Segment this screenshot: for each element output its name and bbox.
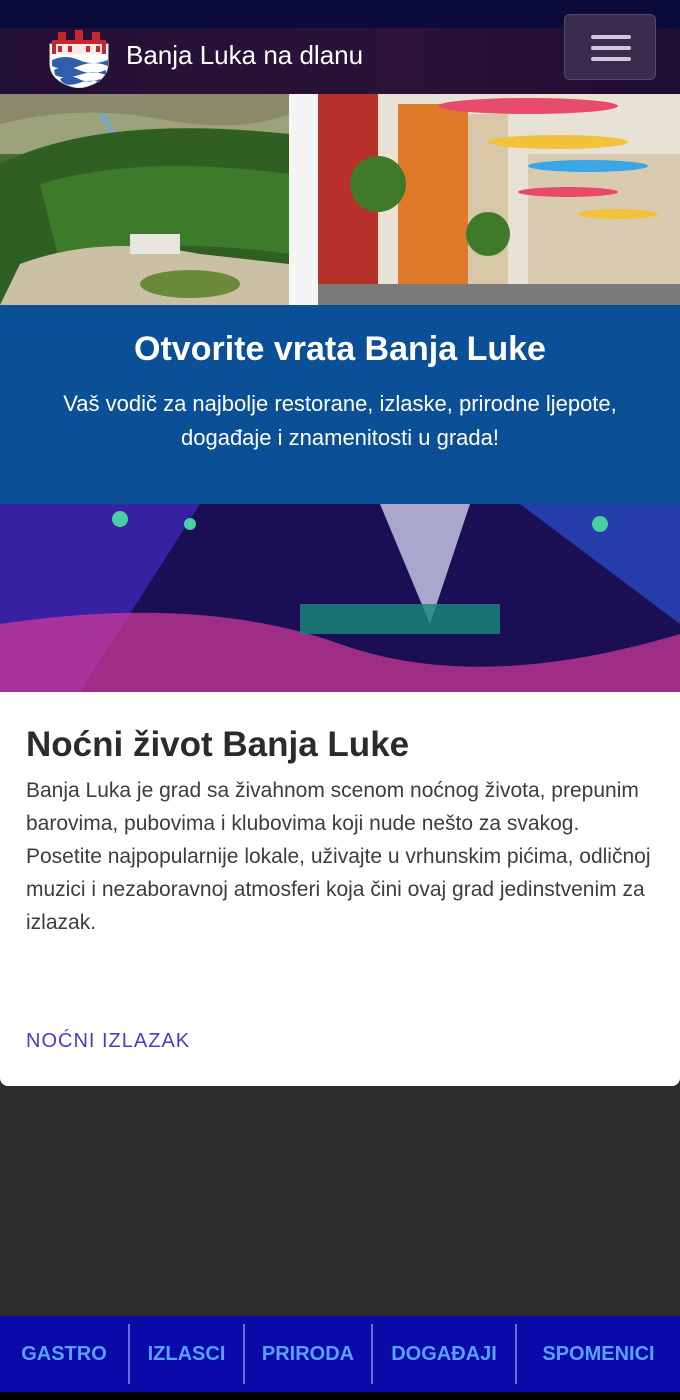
bottom-nav-divider bbox=[243, 1324, 245, 1384]
nightlife-image bbox=[0, 504, 680, 692]
hero-subtitle: Vaš vodič za najbolje restorane, izlaske… bbox=[63, 391, 617, 450]
hero-title: Otvorite vrata Banja Luke bbox=[134, 330, 546, 368]
navbar: Banja Luka na dlanu bbox=[0, 14, 680, 94]
bottom-nav-priroda[interactable]: PRIRODA bbox=[245, 1324, 371, 1384]
bottom-nav-divider bbox=[371, 1324, 373, 1384]
nightlife-card: Noćni život Banja Luke Banja Luka je gra… bbox=[0, 692, 680, 1086]
bottom-nav-gastro[interactable]: GASTRO bbox=[0, 1324, 128, 1384]
bottom-nav-dogadjaji[interactable]: DOGAĐAJI bbox=[373, 1324, 515, 1384]
brand-title[interactable]: Banja Luka na dlanu bbox=[126, 40, 363, 70]
card-title: Noćni život Banja Luke bbox=[26, 725, 410, 764]
hero-image-nature bbox=[0, 94, 289, 305]
hamburger-bar bbox=[591, 46, 631, 50]
bottom-nav-spomenici[interactable]: SPOMENICI bbox=[517, 1324, 680, 1384]
bottom-nav-divider bbox=[128, 1324, 130, 1384]
card-description: Banja Luka je grad sa živahnom scenom no… bbox=[26, 774, 656, 939]
bottom-nav-izlasci[interactable]: IZLASCI bbox=[130, 1324, 243, 1384]
system-nav-strip bbox=[0, 1392, 680, 1400]
city-coat-of-arms-logo[interactable] bbox=[46, 30, 112, 88]
card-paragraph: Banja Luka je grad sa živahnom scenom no… bbox=[26, 779, 639, 835]
bottom-nav-divider bbox=[515, 1324, 517, 1384]
hero-banner: Otvorite vrata Banja Luke Vaš vodič za n… bbox=[0, 305, 680, 504]
hero-image-street bbox=[318, 94, 680, 305]
hero-divider bbox=[289, 94, 318, 305]
hamburger-menu-icon bbox=[591, 35, 631, 39]
hamburger-bar bbox=[591, 57, 631, 61]
bottom-nav: GASTRO IZLASCI PRIRODA DOGAĐAJI SPOMENIC… bbox=[0, 1316, 680, 1392]
card-paragraph: Posetite najpopularnije lokale, uživajte… bbox=[26, 845, 651, 934]
menu-toggle-button[interactable] bbox=[564, 14, 656, 80]
nightlife-link[interactable]: NOĆNI IZLAZAK bbox=[26, 1028, 190, 1054]
